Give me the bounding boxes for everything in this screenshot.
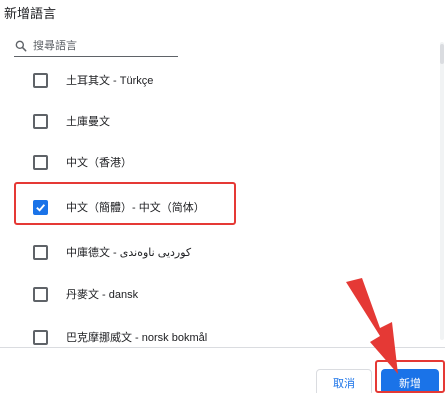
dialog-title: 新增語言	[4, 6, 57, 21]
checkbox[interactable]	[33, 113, 48, 129]
language-label: 中文（簡體）- 中文（简体）	[66, 202, 205, 214]
language-item[interactable]: 中庫德文 - کوردیی ناوەندی	[0, 230, 437, 274]
language-item[interactable]: 土耳其文 - Türkçe	[0, 58, 437, 102]
search-field[interactable]	[14, 36, 178, 57]
add-language-dialog: 新增語言 土耳其文 - Türkçe 土庫曼文 中文（香港） 中文（簡體）	[0, 0, 445, 393]
checkbox[interactable]	[33, 286, 48, 302]
language-item[interactable]: 巴克摩挪威文 - norsk bokmål	[0, 315, 437, 346]
language-label: 中文（香港）	[66, 157, 132, 169]
language-label: 土耳其文 - Türkçe	[66, 75, 154, 87]
language-item-selected[interactable]: 中文（簡體）- 中文（简体）	[0, 185, 437, 229]
search-input[interactable]	[33, 40, 173, 52]
add-button[interactable]: 新增	[381, 369, 439, 393]
language-label: 巴克摩挪威文 - norsk bokmål	[66, 332, 208, 344]
search-icon	[15, 40, 27, 52]
language-label: 丹麥文 - dansk	[66, 289, 139, 301]
checkbox-checked[interactable]	[33, 199, 48, 215]
language-label: 土庫曼文	[66, 116, 110, 128]
checkbox[interactable]	[33, 154, 48, 170]
checkbox[interactable]	[33, 244, 48, 260]
scrollbar-track[interactable]	[440, 42, 444, 340]
language-item[interactable]: 中文（香港）	[0, 140, 437, 184]
dialog-footer	[0, 347, 445, 393]
language-item[interactable]: 丹麥文 - dansk	[0, 272, 437, 316]
scrollbar-thumb[interactable]	[440, 44, 444, 64]
language-label: 中庫德文 - کوردیی ناوەندی	[66, 247, 192, 259]
checkbox[interactable]	[33, 72, 48, 88]
cancel-button[interactable]: 取消	[316, 369, 372, 393]
language-item[interactable]: 土庫曼文	[0, 99, 437, 143]
checkbox[interactable]	[33, 329, 48, 345]
checkmark-icon	[36, 203, 46, 212]
language-list[interactable]: 土耳其文 - Türkçe 土庫曼文 中文（香港） 中文（簡體）- 中文（简体）…	[0, 58, 437, 346]
